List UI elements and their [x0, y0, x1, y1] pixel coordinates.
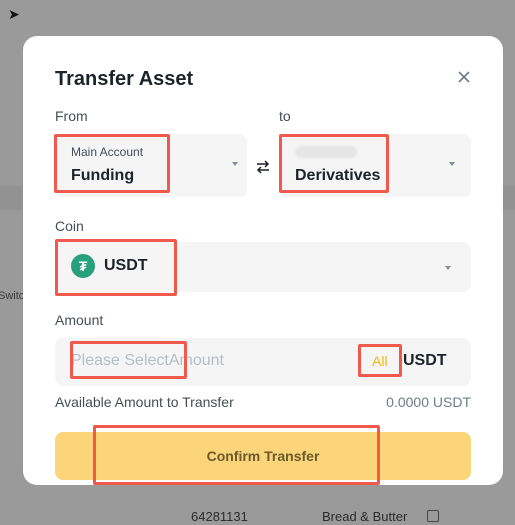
modal-title: Transfer Asset: [55, 68, 194, 90]
highlight-confirm-button: [93, 425, 380, 485]
highlight-coin: [55, 239, 177, 296]
highlight-amount-input: [70, 341, 187, 379]
amount-unit: USDT: [403, 352, 447, 369]
chevron-down-icon: [232, 162, 238, 166]
coin-label: Coin: [55, 218, 84, 234]
available-amount-value: 0.0000 USDT: [386, 394, 471, 410]
edit-icon[interactable]: [427, 510, 439, 522]
highlight-to-account: [279, 134, 389, 193]
background-table-row: 64281131 Bread & Butter: [0, 505, 515, 525]
from-label: From: [55, 108, 88, 124]
background-row-id: 64281131: [191, 509, 248, 524]
to-label: to: [279, 108, 291, 124]
highlight-all-link: [358, 344, 402, 377]
transfer-asset-modal: Transfer Asset From Main Account Funding…: [23, 36, 503, 485]
mouse-cursor-icon: ➤: [8, 6, 20, 22]
available-amount-label: Available Amount to Transfer: [55, 394, 234, 410]
swap-icon[interactable]: [254, 158, 272, 176]
highlight-from-account: [54, 134, 170, 193]
close-icon[interactable]: [455, 68, 473, 86]
amount-label: Amount: [55, 312, 104, 328]
background-row-name: Bread & Butter: [322, 509, 408, 524]
chevron-down-icon: [445, 266, 451, 270]
background-switch-text: Switc: [0, 290, 25, 302]
chevron-down-icon: [449, 162, 455, 166]
